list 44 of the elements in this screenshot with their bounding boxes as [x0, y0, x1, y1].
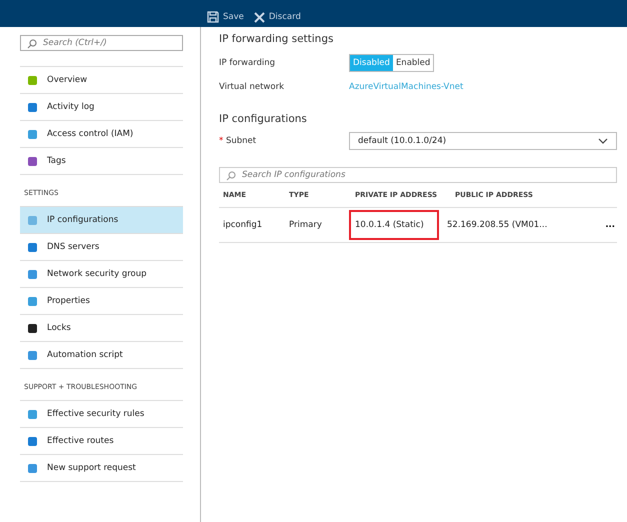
sidebar-icon [28, 156, 37, 166]
chevron-down-icon [598, 138, 608, 144]
table-cell: 10.0.1.4 (Static) [351, 212, 437, 238]
more-button[interactable]: ... [603, 220, 617, 230]
toolbar-button[interactable]: Discard [254, 11, 301, 23]
sidebar-icon [28, 324, 37, 332]
sidebar-icon [28, 76, 37, 84]
sidebar-item[interactable]: Properties [20, 288, 183, 315]
field-label: Subnet [226, 136, 256, 146]
sidebar-item[interactable]: New support request [20, 455, 183, 482]
required-mark: * [219, 136, 224, 146]
section-heading: IP forwarding settings [219, 33, 334, 45]
sidebar-icon [28, 242, 37, 252]
save-icon [207, 11, 219, 23]
sidebar-icon [28, 350, 37, 360]
sidebar-item[interactable]: Network security group [20, 261, 183, 288]
sidebar-icon [28, 436, 37, 446]
sidebar-item[interactable]: Access control (IAM) [20, 121, 183, 148]
sidebar-icon [28, 464, 37, 472]
table-cell-text: Primary [288, 220, 323, 230]
sidebar-item[interactable]: Effective routes [20, 428, 183, 455]
section-heading: IP configurations [219, 113, 308, 125]
search-field[interactable]: Search (Ctrl+/) [20, 35, 183, 51]
sidebar-item[interactable]: DNS servers [20, 234, 183, 261]
sidebar-icon [28, 270, 37, 278]
sidebar-item[interactable]: Automation script [20, 342, 183, 369]
close-icon [254, 12, 265, 22]
sidebar-icon [28, 102, 37, 112]
field-label: IP forwarding [219, 58, 276, 68]
sidebar-icon [28, 410, 37, 418]
toolbar-button[interactable]: Save [207, 11, 244, 23]
sidebar-item[interactable]: Overview [20, 67, 183, 94]
sidebar-item[interactable]: Activity log [20, 94, 183, 121]
subnet-dropdown[interactable]: default (10.0.1.0/24) [349, 132, 617, 150]
sidebar-icon [28, 296, 37, 306]
sidebar-item[interactable]: IP configurations [20, 207, 183, 234]
sidebar-icon [28, 216, 37, 224]
table-cell-text: ipconfig1 [222, 220, 264, 230]
sidebar-item[interactable]: Tags [20, 148, 183, 175]
search-field[interactable]: Search IP configurations [219, 167, 617, 183]
field-label: Virtual network [219, 82, 285, 92]
sidebar-icon [28, 130, 37, 138]
sidebar-item[interactable]: Effective security rules [20, 401, 183, 428]
sidebar-item[interactable]: Locks [20, 315, 183, 342]
